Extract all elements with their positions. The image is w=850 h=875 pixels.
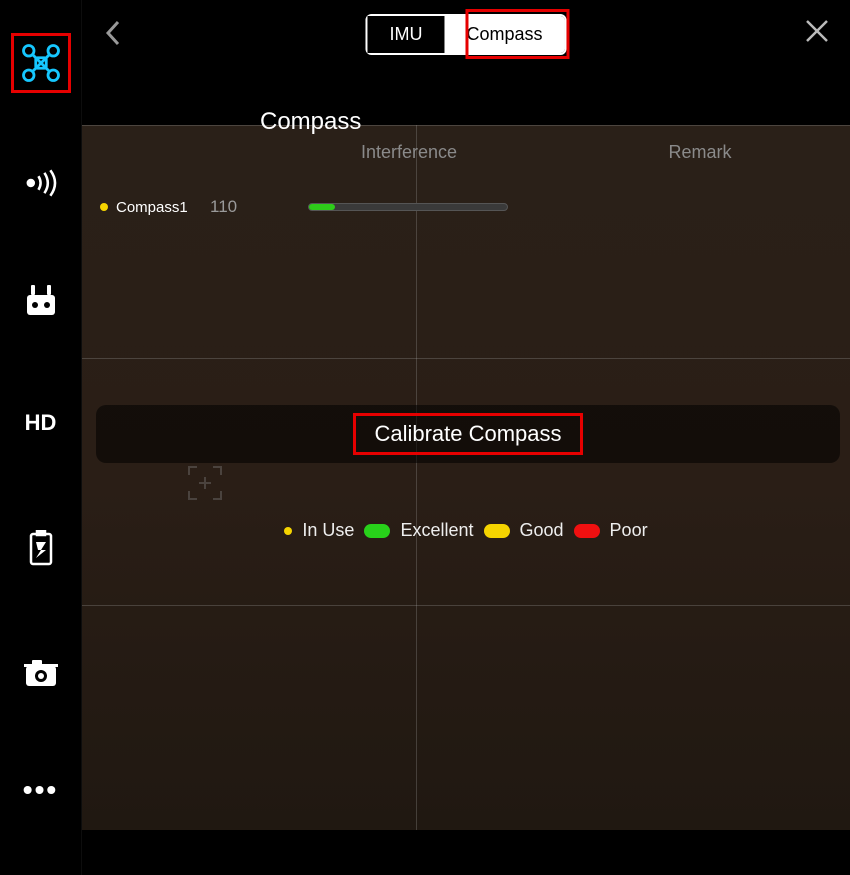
bottom-bar <box>0 830 850 875</box>
focus-target-icon <box>186 464 224 502</box>
back-button[interactable] <box>102 19 124 52</box>
calibrate-compass-button[interactable]: Calibrate Compass <box>96 405 840 463</box>
close-icon <box>804 18 830 44</box>
legend-excellent: Excellent <box>400 520 473 541</box>
hd-icon: HD <box>25 410 57 436</box>
more-icon: ••• <box>23 776 58 804</box>
tab-imu[interactable]: IMU <box>367 16 444 53</box>
rc-icon <box>25 283 57 317</box>
grid-line <box>416 125 417 830</box>
good-pill-icon <box>484 524 510 538</box>
interference-fill <box>309 204 335 210</box>
chevron-left-icon <box>102 19 124 47</box>
legend-good: Good <box>520 520 564 541</box>
sidebar-item-aircraft[interactable] <box>0 0 82 125</box>
poor-pill-icon <box>574 524 600 538</box>
column-interference: Interference <box>284 142 534 163</box>
sensor-tab-group: IMU Compass <box>365 14 566 55</box>
grid-line <box>82 358 850 359</box>
calibrate-label: Calibrate Compass <box>374 421 561 446</box>
compass-name: Compass1 <box>116 199 210 216</box>
grid-line <box>82 605 850 606</box>
sidebar-item-battery[interactable] <box>0 485 82 610</box>
sidebar-item-gimbal[interactable] <box>0 610 82 735</box>
topbar: IMU Compass <box>82 0 850 70</box>
drone-icon <box>11 33 71 93</box>
sidebar-item-rc[interactable] <box>0 240 82 360</box>
in-use-dot-icon <box>284 527 292 535</box>
sidebar-item-more[interactable]: ••• <box>0 735 82 845</box>
gimbal-icon <box>24 658 58 688</box>
interference-bar <box>308 203 508 211</box>
compass-value: 110 <box>210 197 270 217</box>
legend-poor: Poor <box>610 520 648 541</box>
column-remark: Remark <box>564 142 836 163</box>
battery-icon <box>26 530 56 566</box>
column-headers: Interference Remark <box>96 142 836 163</box>
excellent-pill-icon <box>364 524 390 538</box>
table-row: Compass1 110 <box>96 197 836 217</box>
sidebar-item-signal[interactable] <box>0 125 82 240</box>
status-dot-icon <box>100 203 108 211</box>
compass-panel: Compass Interference Remark Compass1 110 <box>82 100 850 217</box>
status-legend: In Use Excellent Good Poor <box>82 520 850 541</box>
sidebar-item-hd[interactable]: HD <box>0 360 82 485</box>
section-title: Compass <box>260 108 836 136</box>
close-button[interactable] <box>804 18 830 49</box>
settings-sidebar: HD ••• <box>0 0 82 875</box>
tab-compass[interactable]: Compass <box>444 16 564 53</box>
legend-in-use: In Use <box>302 520 354 541</box>
signal-icon <box>24 169 58 197</box>
